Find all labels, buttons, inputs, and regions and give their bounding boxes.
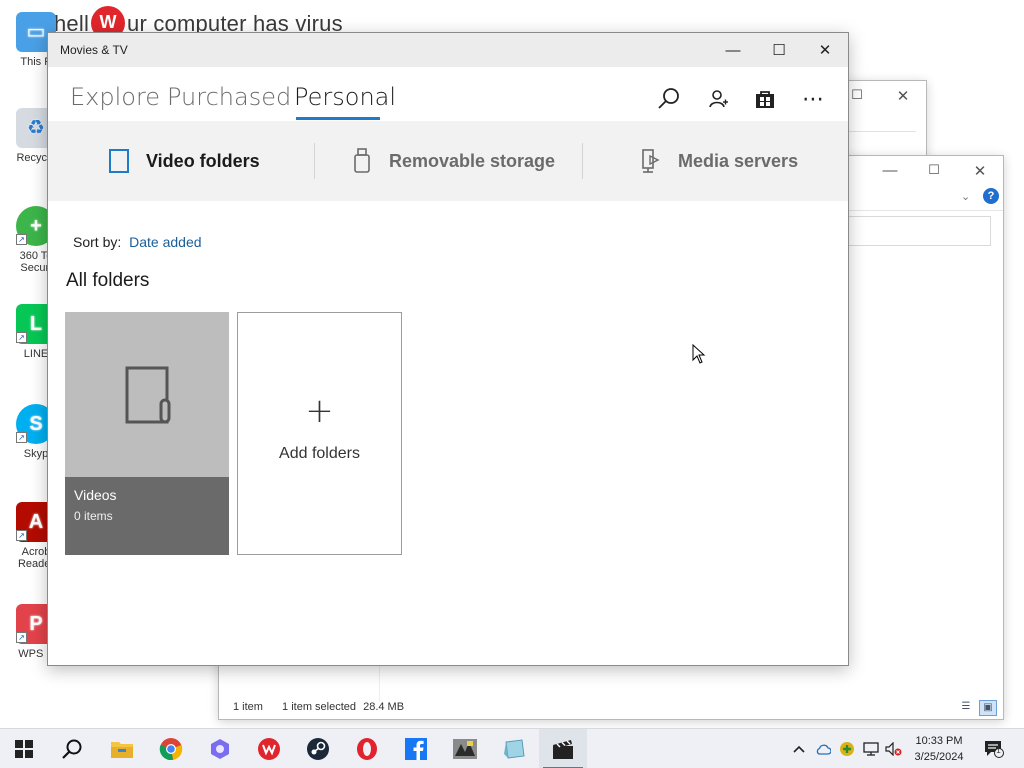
store-bag-icon (756, 91, 774, 108)
pivot-video-folders[interactable]: Video folders (108, 121, 260, 201)
store-button[interactable] (751, 85, 779, 113)
taskbar: 10:33 PM 3/25/2024 1 (0, 728, 1024, 768)
folder-tile-footer: Videos 0 items (65, 477, 229, 555)
tab-explore[interactable]: Explore (70, 83, 160, 111)
status-size: 28.4 MB (363, 701, 405, 713)
file-explorer-icon (111, 742, 133, 758)
pivot-label: Media servers (678, 150, 799, 171)
taskbar-notes-app[interactable] (490, 729, 538, 768)
top-navigation: Explore Purchased Personal ⋯ (48, 33, 848, 121)
taskbar-steam[interactable] (294, 729, 342, 768)
taskbar-movies-tv[interactable] (539, 729, 587, 768)
details-view-icon[interactable]: ☰ (957, 700, 975, 716)
media-server-icon (640, 148, 662, 174)
copilot-icon (211, 739, 229, 759)
taskbar-search-button[interactable] (48, 729, 96, 768)
windows-logo-icon (15, 740, 33, 758)
pivot-media-servers[interactable]: Media servers (640, 121, 798, 201)
clock-date: 3/25/2024 (914, 751, 964, 763)
source-pivot-bar: Video folders Removable storage Media se… (48, 121, 848, 201)
taskbar-app-thumbnail[interactable] (441, 729, 489, 768)
shortcut-arrow-icon: ↗ (16, 234, 27, 245)
sort-dropdown[interactable]: Date added (129, 234, 201, 250)
mouse-cursor-icon (692, 344, 706, 364)
notes-app-icon (504, 739, 525, 759)
volume-muted-icon[interactable] (885, 739, 903, 759)
maximize-icon[interactable]: ☐ (924, 162, 944, 178)
shortcut-arrow-icon: ↗ (16, 530, 27, 541)
status-selected: 1 item selected (282, 701, 357, 713)
pivot-label: Video folders (146, 150, 260, 171)
folder-item-count: 0 items (74, 509, 113, 523)
active-tab-indicator (296, 117, 380, 120)
sort-label: Sort by: (73, 234, 122, 250)
taskbar-clock[interactable]: 10:33 PM 3/25/2024 (905, 733, 973, 765)
status-bar: 1 item 1 item selected 28.4 MB (233, 701, 420, 713)
divider (314, 143, 315, 179)
video-folder-icon (108, 148, 130, 174)
tab-personal[interactable]: Personal (294, 83, 396, 111)
shortcut-arrow-icon: ↗ (16, 432, 27, 443)
action-center-button[interactable]: 1 (983, 739, 1005, 759)
clock-time: 10:33 PM (915, 735, 963, 747)
taskbar-opera[interactable] (343, 729, 391, 768)
notification-count: 1 (996, 746, 1001, 755)
taskbar-chrome[interactable] (147, 729, 195, 768)
status-item-count: 1 item (233, 701, 263, 713)
taskbar-copilot[interactable] (196, 729, 244, 768)
taskbar-file-explorer[interactable] (98, 729, 146, 768)
wps-office-icon (258, 738, 280, 760)
close-icon[interactable]: ✕ (893, 87, 913, 105)
account-button[interactable] (704, 85, 732, 113)
shortcut-arrow-icon: ↗ (16, 332, 27, 343)
usb-drive-icon (351, 148, 373, 174)
tab-purchased[interactable]: Purchased (167, 83, 291, 111)
plus-icon: + (305, 391, 334, 431)
onedrive-cloud-icon[interactable] (814, 739, 832, 759)
folder-tile-videos[interactable]: Videos 0 items (65, 312, 229, 555)
facebook-icon (405, 738, 427, 760)
search-box[interactable] (847, 216, 991, 246)
app-thumbnail-icon (453, 739, 477, 759)
large-icons-view-icon[interactable]: ▣ (979, 700, 997, 716)
add-folders-label: Add folders (279, 445, 360, 462)
show-hidden-icons-chevron-up-icon[interactable] (790, 739, 808, 759)
close-icon[interactable]: ✕ (970, 162, 990, 180)
sort-control: Sort by: Date added (73, 234, 202, 250)
desktop-icon-label: Skyp (23, 448, 49, 460)
taskbar-facebook[interactable] (392, 729, 440, 768)
maximize-icon[interactable]: ☐ (847, 87, 867, 103)
desktop-icon-label: LINE (23, 348, 49, 360)
search-icon (658, 88, 679, 109)
opera-icon (357, 738, 377, 760)
pivot-removable-storage[interactable]: Removable storage (351, 121, 555, 201)
chevron-down-icon[interactable]: ⌄ (961, 190, 970, 203)
network-icon[interactable] (862, 739, 880, 759)
search-icon (62, 739, 82, 759)
folder-name: Videos (74, 487, 117, 503)
steam-icon (307, 738, 329, 760)
add-folders-tile[interactable]: + Add folders (237, 312, 402, 555)
pivot-label: Removable storage (389, 150, 556, 171)
taskbar-wps-office[interactable] (245, 729, 293, 768)
account-icon (709, 90, 728, 108)
minimize-icon[interactable]: — (880, 162, 900, 179)
divider (582, 143, 583, 179)
more-options-button[interactable]: ⋯ (799, 85, 827, 113)
shortcut-arrow-icon: ↗ (16, 632, 27, 643)
more-icon: ⋯ (802, 86, 824, 111)
security-shield-icon[interactable] (838, 739, 856, 759)
chrome-icon (159, 738, 183, 761)
folder-icon (125, 366, 171, 424)
movies-tv-icon (553, 740, 573, 759)
search-button[interactable] (655, 85, 683, 113)
section-heading: All folders (66, 270, 150, 291)
movies-tv-window[interactable]: Movies & TV — ☐ ✕ Explore Purchased Pers… (47, 32, 849, 666)
help-icon[interactable]: ? (983, 188, 999, 204)
start-button[interactable] (0, 729, 48, 768)
